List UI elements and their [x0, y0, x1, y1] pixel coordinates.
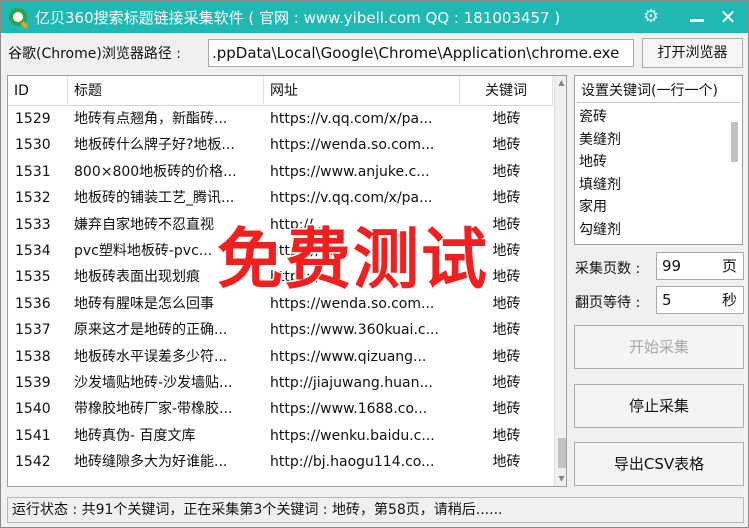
close-button[interactable]: ✕: [715, 5, 741, 29]
window-title: 亿贝360搜索标题链接采集软件 ( 官网 : www.yibell.com QQ…: [35, 9, 561, 27]
cell-id: 1535: [15, 269, 51, 286]
table-row[interactable]: 1529 地砖有点翘角，新酯砖... https://v.qq.com/x/pa..…: [8, 108, 553, 131]
settings-gear-icon[interactable]: ⚙: [639, 5, 663, 29]
table-row[interactable]: 1530 地板砖什么牌子好?地板... https://wenda.so.com..…: [8, 134, 553, 157]
cell-id: 1541: [15, 427, 51, 444]
cell-id: 1530: [15, 137, 51, 154]
cell-url: https://www.qizuang...: [270, 348, 427, 365]
table-vertical-scrollbar[interactable]: ▲ ▼: [554, 76, 566, 486]
cell-id: 1533: [15, 216, 51, 233]
table-row[interactable]: 1539 沙发墙贴地砖-沙发墙贴... http://jiajuwang.huan.…: [8, 372, 553, 395]
pages-value: 99: [662, 257, 682, 275]
cell-keyword: 地砖: [492, 427, 521, 444]
cell-id: 1540: [15, 401, 51, 418]
table-row[interactable]: 1532 地板砖的铺装工艺_腾讯... https://v.qq.com/x/pa.…: [8, 187, 553, 210]
keyword-line: 瓷砖: [579, 109, 607, 125]
column-header-title[interactable]: 标题: [68, 76, 264, 106]
cell-title: 原来这才是地砖的正确...: [74, 322, 228, 339]
cell-keyword: 地砖: [492, 111, 521, 127]
cell-url: https://v.qq.com/x/pa...: [270, 111, 433, 127]
cell-title: 地砖缝隙多大为好谁能...: [74, 454, 228, 471]
cell-url: https://www.1688.co...: [270, 401, 428, 418]
cell-title: 800×800地板砖的价格...: [74, 163, 237, 180]
keywords-title: 设置关键词(一行一个): [581, 83, 718, 99]
cell-keyword: 地砖: [492, 454, 521, 471]
table-row[interactable]: 1538 地板砖水平误差多少符... https://www.qizuang... 地…: [8, 346, 553, 369]
keyword-line: 家用: [579, 199, 607, 215]
wait-value: 5: [662, 291, 672, 309]
cell-title: 地砖有点翘角，新酯砖...: [74, 111, 228, 127]
cell-keyword: 地砖: [492, 375, 521, 391]
table-row[interactable]: 1542 地砖缝隙多大为好谁能... http://bj.haogu114.co..…: [8, 451, 553, 474]
keyword-line: 勾缝剂: [579, 221, 621, 238]
table-row[interactable]: 1531 800×800地板砖的价格... https://www.anjuke.c…: [8, 161, 553, 184]
cell-keyword: 地砖: [492, 137, 521, 154]
cell-title: 地板砖水平误差多少符...: [74, 348, 228, 365]
cell-title: 地板砖的铺装工艺_腾讯...: [74, 190, 235, 207]
keyword-line: 填缝剂: [579, 176, 621, 193]
keyword-line: 美缝剂: [579, 131, 621, 148]
cell-id: 1529: [15, 111, 51, 127]
cell-id: 1534: [15, 243, 51, 259]
cell-url: https://wenda.so.com...: [270, 137, 435, 154]
cell-id: 1536: [15, 295, 51, 312]
cell-url: http://jiajuwang.huan...: [270, 375, 433, 391]
scroll-up-arrow-icon[interactable]: ▲: [555, 76, 566, 90]
keyword-line: 地砖: [579, 154, 607, 170]
keywords-panel: 设置关键词(一行一个) 瓷砖美缝剂地砖填缝剂家用勾缝剂: [574, 75, 743, 245]
column-header-url[interactable]: 网址: [264, 76, 460, 106]
export-csv-button[interactable]: 导出CSV表格: [574, 442, 744, 486]
pages-label: 采集页数 :: [575, 261, 641, 277]
cell-title: 带橡胶地砖厂家-带橡胶...: [74, 401, 233, 418]
table-row[interactable]: 1540 带橡胶地砖厂家-带橡胶... https://www.1688.co...…: [8, 398, 553, 421]
cell-id: 1531: [15, 163, 51, 180]
keywords-scrollbar[interactable]: [727, 106, 741, 242]
cell-keyword: 地砖: [492, 401, 521, 418]
column-header-id[interactable]: ID: [8, 76, 68, 106]
column-header-keyword[interactable]: 关键词: [460, 76, 553, 106]
scroll-down-arrow-icon[interactable]: ▼: [555, 472, 566, 486]
status-bar: 运行状态 : 共91个关键词，正在采集第3个关键词 : 地砖，第58页，请稍后.…: [7, 497, 744, 523]
title-bar[interactable]: 亿贝360搜索标题链接采集软件 ( 官网 : www.yibell.com QQ…: [1, 1, 748, 33]
open-browser-button[interactable]: 打开浏览器: [642, 38, 743, 68]
chrome-path-label: 谷歌(Chrome)浏览器路径 :: [8, 46, 182, 62]
scrollbar-thumb[interactable]: [558, 438, 566, 468]
minimize-button[interactable]: [685, 7, 709, 27]
table-row[interactable]: 1537 原来这才是地砖的正确... https://www.360kuai.c..…: [8, 319, 553, 342]
wait-input[interactable]: 5 秒: [656, 286, 744, 314]
cell-id: 1542: [15, 454, 51, 471]
cell-url: https://www.360kuai.c...: [270, 322, 439, 339]
cell-keyword: 地砖: [492, 163, 521, 180]
watermark-text: 免费测试: [216, 221, 489, 298]
keywords-divider: [577, 102, 740, 103]
keywords-scrollbar-thumb[interactable]: [731, 122, 738, 162]
table-row[interactable]: 1541 地砖真伪- 百度文库 https://wenku.baidu.c... 地砖: [8, 425, 553, 448]
cell-url: https://wenku.baidu.c...: [270, 427, 435, 444]
chrome-path-input[interactable]: .ppData\Local\Google\Chrome\Application\…: [208, 39, 634, 67]
pages-unit: 页: [721, 257, 737, 275]
cell-keyword: 地砖: [492, 190, 521, 207]
app-logo-icon: [9, 8, 27, 26]
cell-title: 地板砖什么牌子好?地板...: [74, 137, 235, 154]
cell-id: 1538: [15, 348, 51, 365]
cell-url: http://bj.haogu114.co...: [270, 454, 435, 471]
pages-input[interactable]: 99 页: [656, 252, 744, 280]
cell-id: 1539: [15, 375, 51, 391]
cell-id: 1532: [15, 190, 51, 207]
table-header: ID 标题 网址 关键词: [8, 76, 553, 106]
cell-keyword: 地砖: [492, 348, 521, 365]
wait-unit: 秒: [721, 291, 737, 309]
app-window: 亿贝360搜索标题链接采集软件 ( 官网 : www.yibell.com QQ…: [0, 0, 749, 528]
cell-title: 地砖真伪- 百度文库: [74, 427, 196, 444]
cell-keyword: 地砖: [492, 322, 521, 339]
cell-url: https://www.anjuke.c...: [270, 163, 430, 180]
stop-collect-button[interactable]: 停止采集: [574, 384, 744, 428]
wait-label: 翻页等待 :: [575, 295, 641, 311]
cell-title: 沙发墙贴地砖-沙发墙贴...: [74, 375, 233, 391]
cell-id: 1537: [15, 322, 51, 339]
cell-url: https://v.qq.com/x/pa...: [270, 190, 433, 207]
start-collect-button[interactable]: 开始采集: [574, 325, 744, 369]
